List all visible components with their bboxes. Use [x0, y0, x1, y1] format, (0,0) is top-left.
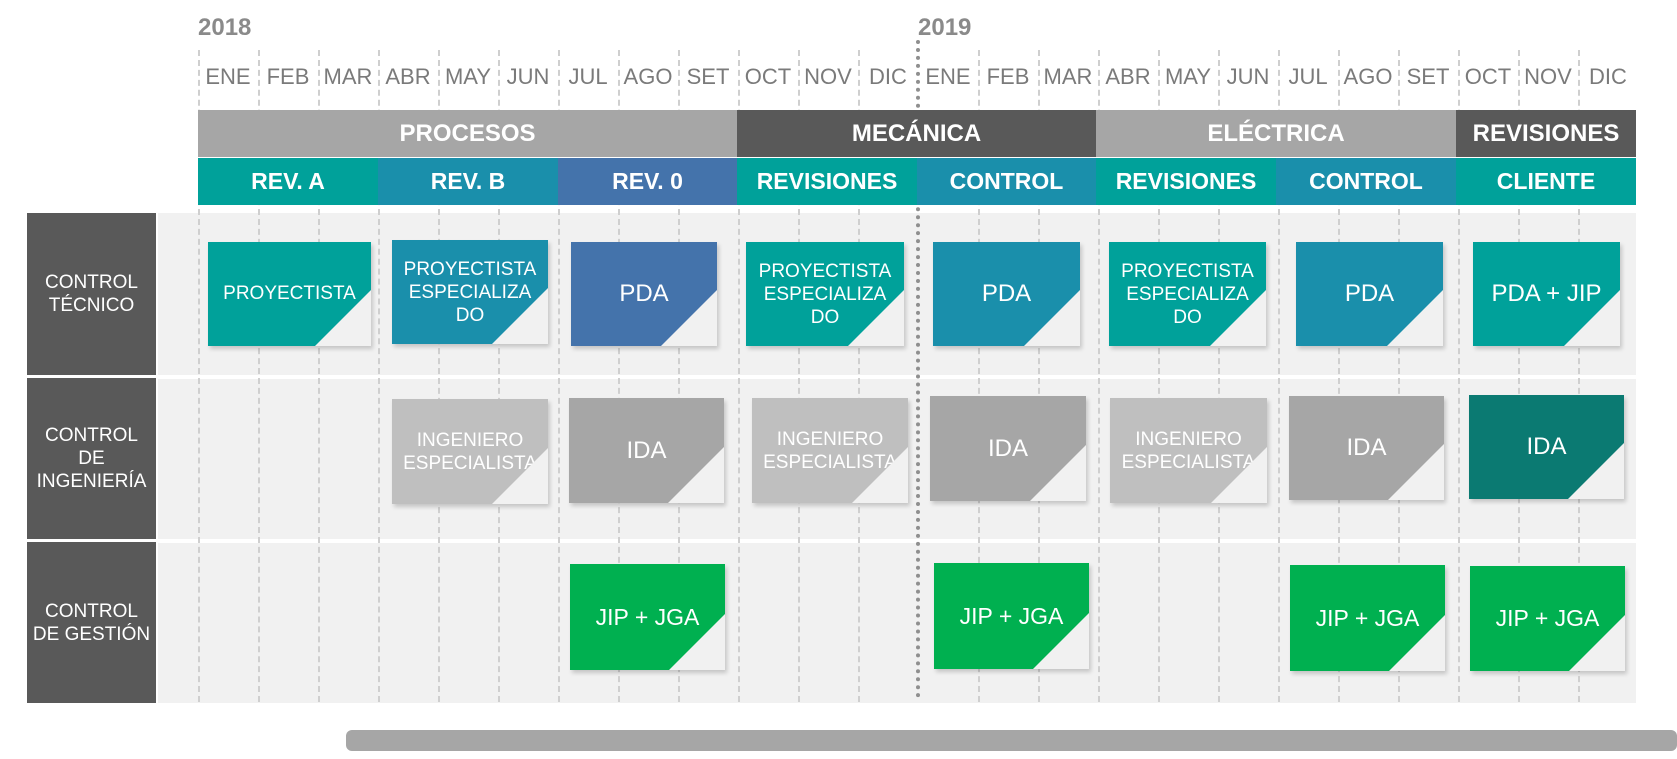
month-ago-2018: AGO	[623, 64, 673, 89]
note-ida-electrica: IDA	[1289, 396, 1444, 500]
row-label-control-gestion: CONTROL DE GESTIÓN	[27, 542, 156, 703]
month-abr-2019: ABR	[1105, 64, 1151, 89]
note-pda-rev-0: PDA	[571, 242, 717, 346]
subphase-rev-0: REV. 0	[558, 158, 737, 205]
year-2019: 2019	[918, 14, 972, 41]
month-abr-2018: ABR	[385, 64, 431, 89]
month-mar-2019: MAR	[1043, 64, 1093, 89]
month-jun-2019: JUN	[1226, 64, 1270, 89]
note-ida-mecanica: IDA	[930, 396, 1086, 501]
note-ingeniero-especialista-electrica: INGENIERO ESPECIALISTA	[1110, 398, 1267, 503]
note-pda-mecanica: PDA	[933, 242, 1080, 346]
subphase-rev-b: REV. B	[378, 158, 558, 205]
year-2018: 2018	[198, 14, 252, 41]
note-proyectista-especializado-mecanica: PROYECTISTA ESPECIALIZA DO	[746, 242, 904, 346]
month-dic-2018: DIC	[869, 64, 907, 89]
note-jip-jga-mecanica: JIP + JGA	[934, 563, 1089, 669]
month-jun-2018: JUN	[506, 64, 550, 89]
note-jip-jga-rev-0: JIP + JGA	[570, 564, 725, 670]
row-label-control-ingenieria: CONTROL DE INGENIERÍA	[27, 378, 156, 539]
month-nov-2019: NOV	[1524, 64, 1572, 89]
month-oct-2018: OCT	[744, 64, 792, 89]
month-set-2019: SET	[1406, 64, 1450, 89]
month-may-2019: MAY	[1164, 64, 1212, 89]
phase-mecanica: MECÁNICA	[737, 110, 1096, 157]
note-ingeniero-especialista-mecanica: INGENIERO ESPECIALISTA	[752, 398, 908, 503]
note-proyectista: PROYECTISTA	[208, 242, 371, 346]
note-pda-electrica: PDA	[1296, 242, 1443, 346]
note-pda-jip: PDA + JIP	[1473, 242, 1620, 346]
note-proyectista-especializado-electrica: PROYECTISTA ESPECIALIZA DO	[1109, 242, 1266, 346]
note-ida-cliente: IDA	[1469, 395, 1624, 499]
subphase-revisiones-electrica: REVISIONES	[1096, 158, 1276, 205]
phase-procesos: PROCESOS	[198, 110, 737, 157]
month-jul-2018: JUL	[568, 64, 608, 89]
month-dic-2019: DIC	[1589, 64, 1627, 89]
subphase-control-electrica: CONTROL	[1276, 158, 1456, 205]
month-oct-2019: OCT	[1464, 64, 1512, 89]
subphase-control-mecanica: CONTROL	[917, 158, 1096, 205]
note-jip-jga-electrica: JIP + JGA	[1290, 565, 1445, 671]
month-ago-2019: AGO	[1343, 64, 1393, 89]
note-ida-rev-0: IDA	[569, 398, 724, 503]
subphase-rev-a: REV. A	[198, 158, 378, 205]
month-feb-2018: FEB	[266, 64, 310, 89]
month-may-2018: MAY	[444, 64, 492, 89]
phase-electrica: ELÉCTRICA	[1096, 110, 1456, 157]
row-label-control-tecnico: CONTROL TÉCNICO	[27, 213, 156, 375]
month-ene-2018: ENE	[205, 64, 251, 89]
note-ingeniero-especialista-rev-b: INGENIERO ESPECIALISTA	[392, 399, 548, 504]
subphase-revisiones-mecanica: REVISIONES	[737, 158, 917, 205]
month-feb-2019: FEB	[986, 64, 1030, 89]
note-proyectista-especializado-rev-b: PROYECTISTA ESPECIALIZA DO	[392, 240, 548, 344]
horizontal-scrollbar-thumb[interactable]	[346, 730, 1677, 751]
phase-revisiones: REVISIONES	[1456, 110, 1636, 157]
subphase-cliente: CLIENTE	[1456, 158, 1636, 205]
month-jul-2019: JUL	[1288, 64, 1328, 89]
month-set-2018: SET	[686, 64, 730, 89]
note-jip-jga-cliente: JIP + JGA	[1470, 566, 1625, 671]
month-ene-2019: ENE	[925, 64, 971, 89]
month-mar-2018: MAR	[323, 64, 373, 89]
month-nov-2018: NOV	[804, 64, 852, 89]
